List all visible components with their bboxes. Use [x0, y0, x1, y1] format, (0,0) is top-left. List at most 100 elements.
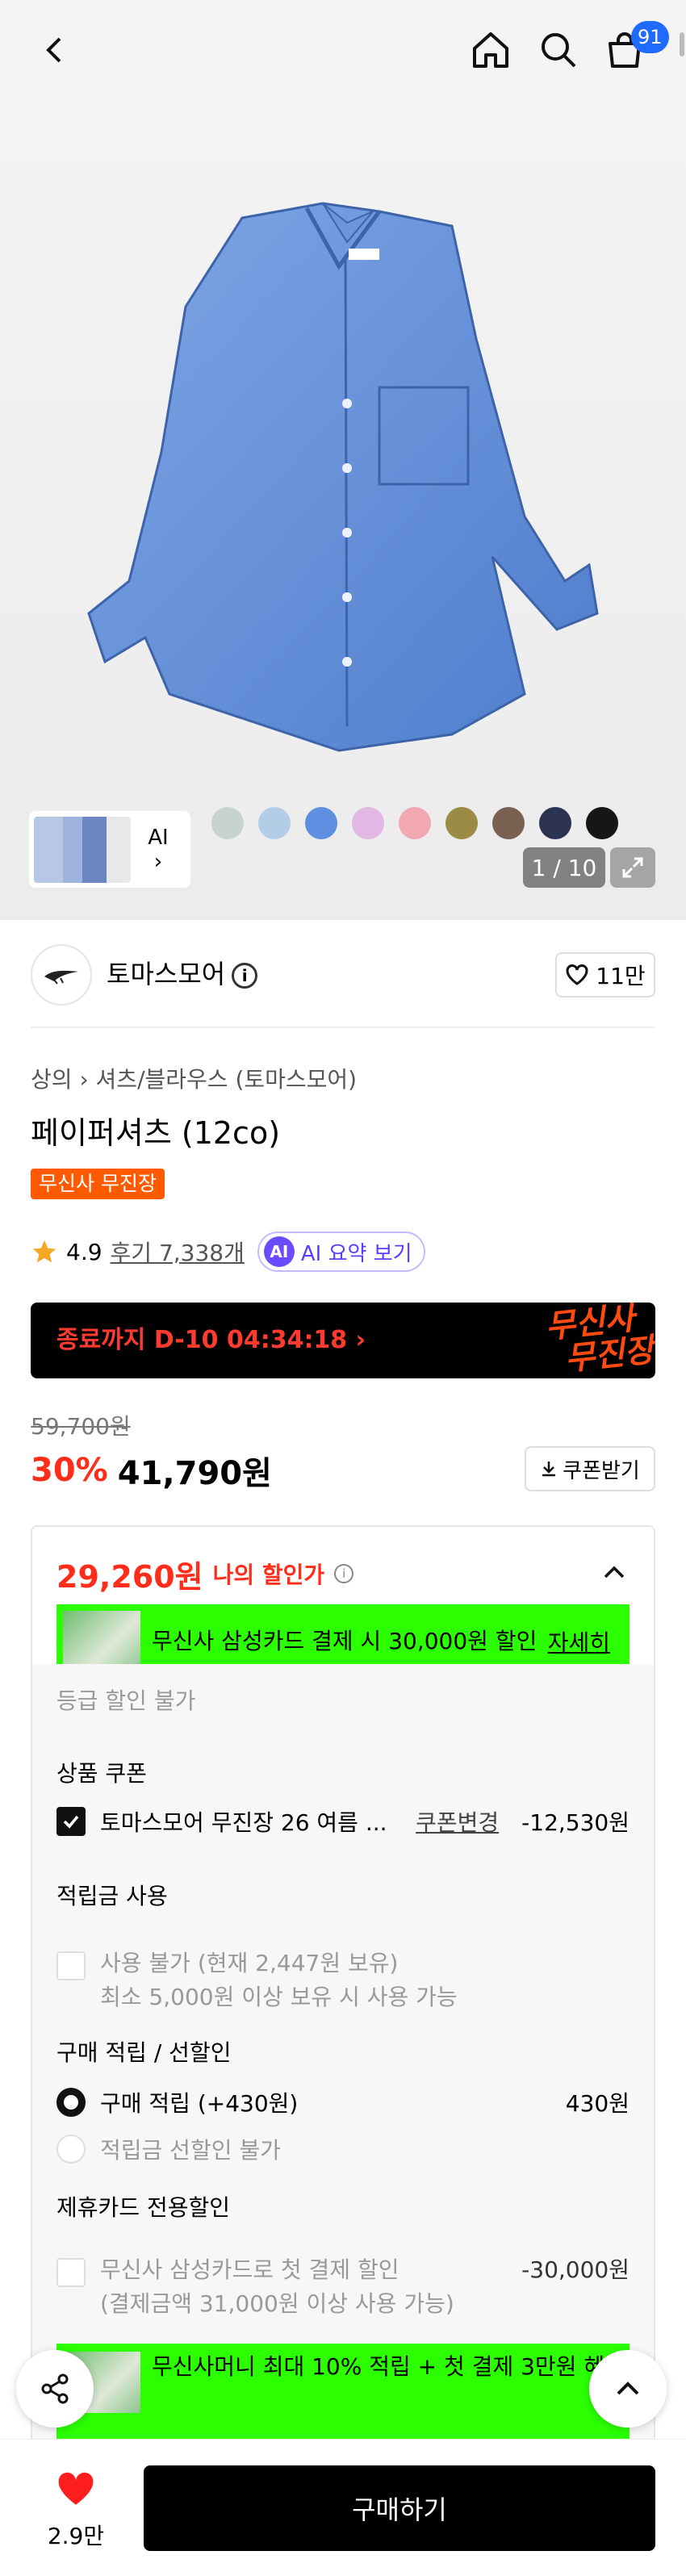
coupon-download-button[interactable]: 쿠폰받기 — [525, 1446, 655, 1491]
purchase-section-title: 구매 적립 / 선할인 — [56, 2039, 232, 2066]
color-swatch[interactable] — [399, 807, 431, 839]
chevron-right-icon: › — [153, 849, 163, 874]
info-icon[interactable]: i — [334, 1564, 354, 1583]
card-discount-condition: (결제금액 31,000원 이상 사용 가능) — [100, 2290, 454, 2317]
scrollbar[interactable] — [680, 32, 684, 56]
radio-disabled — [56, 2135, 86, 2164]
cart-count-badge: 91 — [631, 21, 669, 53]
cart-button[interactable]: 91 — [599, 21, 669, 76]
brand-like-count: 11만 — [596, 963, 646, 989]
ai-thumbnail-strip[interactable]: AI › — [29, 811, 190, 888]
share-icon — [41, 2373, 69, 2404]
deal-brand-logo: 무신사 무진장 — [543, 1303, 655, 1378]
divider — [31, 1027, 655, 1028]
breadcrumb-category[interactable]: 상의 — [31, 1066, 73, 1093]
original-price: 59,700원 — [31, 1413, 131, 1440]
banner-text: 무신사머니 최대 10% 적립 + 첫 결제 3만원 혜택 — [152, 2353, 625, 2380]
color-swatch[interactable] — [211, 807, 244, 839]
coupon-row: 토마스모어 무진장 26 여름 ... 쿠폰변경 -12,530원 — [56, 1803, 630, 1840]
banner-detail-link[interactable]: 자세히 — [548, 1625, 610, 1658]
card-promo-image — [63, 1611, 140, 1672]
bottom-action-bar: 2.9만 구매하기 — [0, 2439, 686, 2576]
star-icon — [32, 1240, 56, 1263]
color-swatch[interactable] — [586, 807, 618, 839]
card-discount-amount: -30,000원 — [521, 2256, 630, 2283]
radio-selected[interactable] — [56, 2088, 86, 2117]
grade-discount-note: 등급 할인 불가 — [56, 1687, 196, 1714]
collapse-chevron-icon[interactable] — [600, 1559, 628, 1590]
color-swatch[interactable] — [445, 807, 478, 839]
review-link[interactable]: 후기 7,338개 — [111, 1236, 245, 1268]
price-row: 30% 41,790원 — [31, 1448, 272, 1493]
heart-filled-icon — [58, 2472, 94, 2505]
coupon-checkbox[interactable] — [56, 1807, 86, 1836]
points-status: 사용 불가 (현재 2,447원 보유) — [100, 1950, 399, 1976]
product-title: 페이퍼셔츠 (12co) — [31, 1115, 281, 1151]
color-swatch[interactable] — [352, 807, 384, 839]
expand-icon[interactable] — [610, 847, 655, 888]
search-icon[interactable] — [533, 24, 584, 76]
discount-rate: 30% — [31, 1452, 108, 1489]
ai-summary-label: AI 요약 보기 — [300, 1241, 412, 1266]
coupon-amount: -12,530원 — [521, 1809, 630, 1836]
card-discount-row: 무신사 삼성카드로 첫 결제 할인 (결제금액 31,000원 이상 사용 가능… — [56, 2253, 630, 2321]
share-button[interactable] — [16, 2350, 94, 2428]
coupon-section-title: 상품 쿠폰 — [56, 1760, 147, 1787]
purchase-option-2: 적립금 선할인 불가 — [56, 2131, 630, 2168]
banner-text: 무신사 삼성카드 결제 시 30,000원 할인 — [152, 1628, 538, 1654]
back-arrow-icon[interactable] — [29, 24, 81, 76]
card-discount-label: 무신사 삼성카드로 첫 결제 할인 — [100, 2256, 399, 2283]
points-section-title: 적립금 사용 — [56, 1883, 168, 1909]
color-swatch[interactable] — [539, 807, 571, 839]
points-row: 사용 불가 (현재 2,447원 보유) 최소 5,000원 이상 보유 시 사… — [56, 1947, 630, 2014]
breadcrumb-subcategory[interactable]: 셔츠/블라우스 (토마스모어) — [96, 1066, 358, 1093]
coupon-change-link[interactable]: 쿠폰변경 — [416, 1805, 499, 1838]
deal-countdown-banner[interactable]: 종료까지 D-10 04:34:18 › 무신사 무진장 — [31, 1303, 655, 1378]
product-photo-shirt — [87, 202, 599, 752]
thumbnail-ai-label: AI — [148, 825, 169, 850]
purchase-option-1[interactable]: 구매 적립 (+430원) 430원 — [56, 2084, 630, 2121]
thumbnail-image — [34, 816, 131, 883]
brand-logo[interactable] — [31, 944, 92, 1006]
download-icon — [542, 1462, 556, 1477]
checkmark-icon — [63, 1815, 79, 1829]
color-swatch[interactable] — [492, 807, 525, 839]
breadcrumb: 상의 › 셔츠/블라우스 (토마스모어) — [31, 1064, 357, 1096]
top-navigation-bar: 91 — [0, 0, 686, 103]
coupon-button-label: 쿠폰받기 — [563, 1458, 640, 1483]
buy-button[interactable]: 구매하기 — [144, 2465, 655, 2551]
product-like-button[interactable]: 2.9만 — [34, 2470, 118, 2551]
rating-row: 4.9 후기 7,338개 AI AI 요약 보기 — [31, 1232, 425, 1272]
card-section-title: 제휴카드 전용할인 — [56, 2194, 230, 2221]
product-image-gallery[interactable]: AI › 1 / 10 — [0, 0, 686, 920]
chevron-right-icon: › — [79, 1066, 96, 1093]
scroll-top-button[interactable] — [589, 2350, 667, 2428]
points-condition: 최소 5,000원 이상 보유 시 사용 가능 — [100, 1984, 458, 2010]
image-counter: 1 / 10 — [523, 847, 605, 888]
purchase-option-label: 적립금 선할인 불가 — [100, 2137, 281, 2164]
my-price-row: 29,260원 나의 할인가 i — [56, 1551, 354, 1596]
home-icon[interactable] — [465, 24, 517, 76]
benefit-panel: 29,260원 나의 할인가 i 무신사 삼성카드 결제 시 30,000원 할… — [31, 1525, 655, 2526]
sale-price: 41,790원 — [117, 1455, 272, 1492]
purchase-option-label: 구매 적립 (+430원) — [100, 2090, 299, 2117]
heart-outline-icon — [566, 964, 588, 985]
event-tag: 무신사 무진장 — [31, 1169, 165, 1199]
color-swatch[interactable] — [305, 807, 337, 839]
color-swatch[interactable] — [258, 807, 291, 839]
ai-summary-button[interactable]: AI AI 요약 보기 — [257, 1232, 425, 1272]
info-icon[interactable]: i — [232, 963, 258, 989]
chevron-up-icon — [617, 2382, 639, 2395]
points-checkbox[interactable] — [56, 1951, 86, 1980]
card-checkbox[interactable] — [56, 2258, 86, 2287]
ai-icon: AI — [263, 1236, 295, 1267]
musinsa-money-banner[interactable]: 무신사머니 최대 10% 적립 + 첫 결제 3만원 혜택 — [56, 2344, 630, 2440]
coupon-name: 토마스모어 무진장 26 여름 ... — [100, 1809, 387, 1836]
purchase-option-amount: 430원 — [565, 2090, 630, 2117]
my-price: 29,260원 — [56, 1558, 203, 1595]
my-price-label: 나의 할인가 — [212, 1562, 325, 1588]
rating-score: 4.9 — [66, 1238, 102, 1265]
brand-name[interactable]: 토마스모어 i — [107, 956, 258, 992]
countdown-text: 종료까지 D-10 04:34:18 › — [56, 1326, 366, 1354]
brand-like-button[interactable]: 11만 — [555, 952, 655, 997]
